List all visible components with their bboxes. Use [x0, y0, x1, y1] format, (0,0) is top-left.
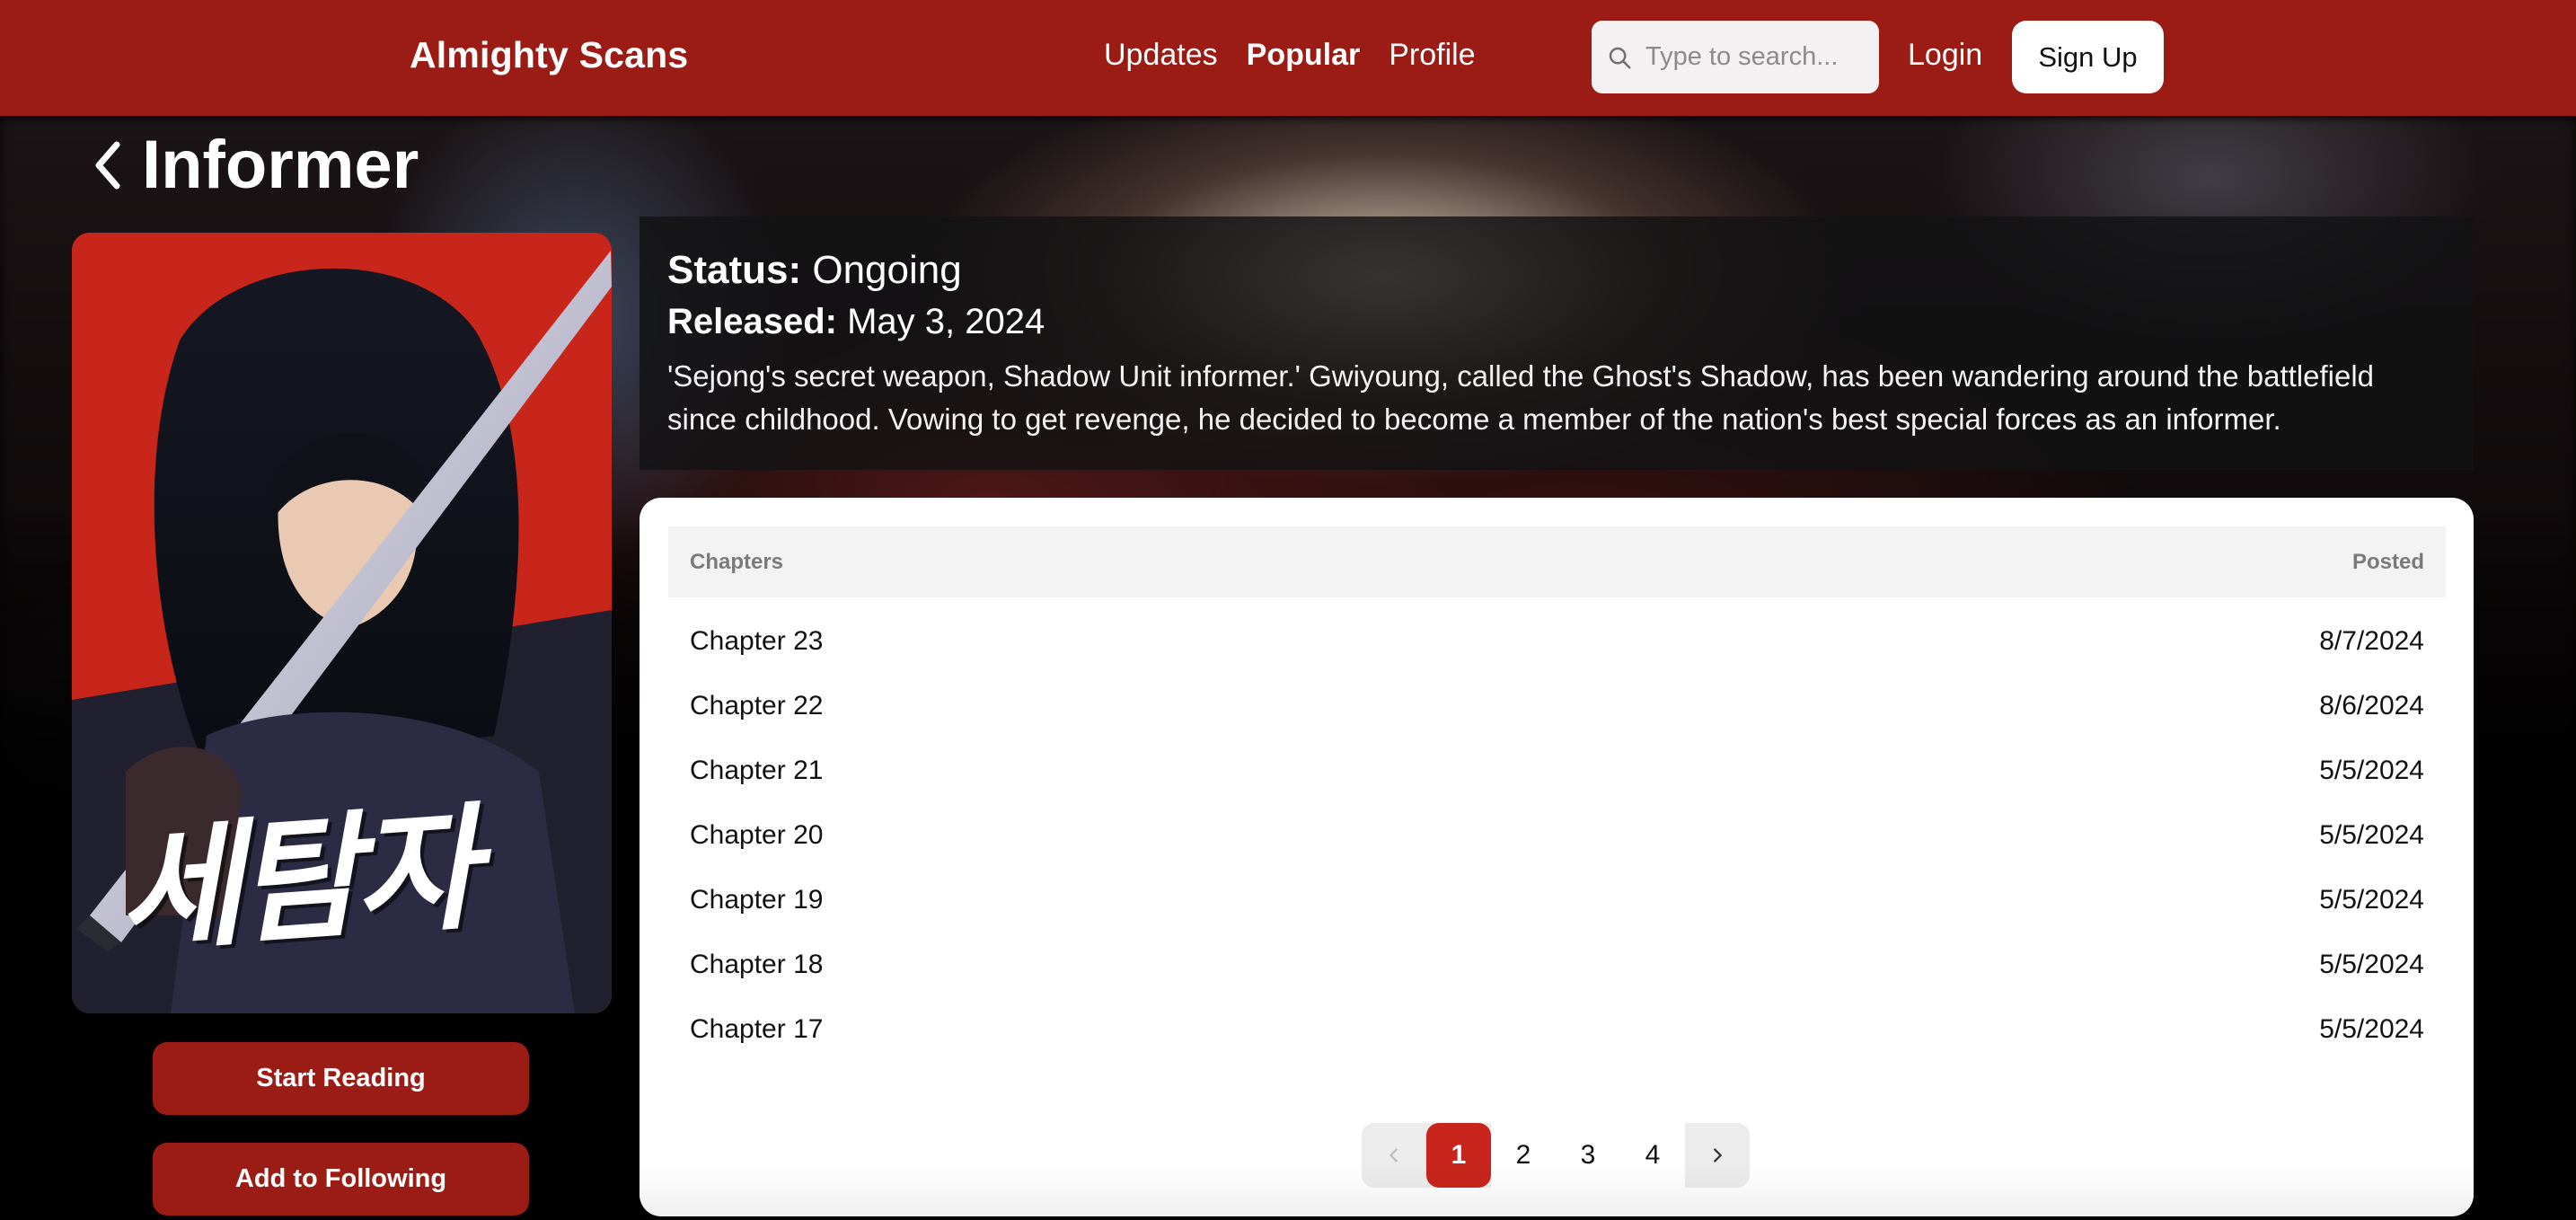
released-value: May 3, 2024	[847, 302, 1045, 341]
chapter-row[interactable]: Chapter 19 5/5/2024	[668, 868, 2446, 933]
nav-updates[interactable]: Updates	[1104, 38, 1218, 73]
chapter-date: 5/5/2024	[2319, 885, 2424, 915]
chapters-card: Chapters Posted Chapter 23 8/7/2024 Chap…	[640, 498, 2474, 1216]
chapter-row[interactable]: Chapter 23 8/7/2024	[668, 609, 2446, 674]
chapter-name[interactable]: Chapter 22	[690, 691, 823, 721]
pagination: 1 2 3 4	[1362, 1123, 1750, 1188]
start-reading-button[interactable]: Start Reading	[153, 1042, 529, 1115]
status-value: Ongoing	[812, 248, 962, 292]
released-label: Released:	[667, 302, 837, 341]
previous-page-button[interactable]	[1362, 1123, 1426, 1188]
login-link[interactable]: Login	[1908, 38, 1982, 73]
chevron-right-icon	[1714, 1148, 1722, 1163]
cover-title-lettering: 세탐자	[112, 789, 479, 972]
chapter-row[interactable]: Chapter 17 5/5/2024	[668, 997, 2446, 1062]
chapter-list: Chapter 23 8/7/2024 Chapter 22 8/6/2024 …	[668, 609, 2446, 1062]
chapter-date: 8/6/2024	[2319, 691, 2424, 721]
chevron-left-icon	[1389, 1148, 1398, 1163]
chapter-row[interactable]: Chapter 22 8/6/2024	[668, 674, 2446, 738]
series-info-panel: Status: Ongoing Released: May 3, 2024 'S…	[640, 217, 2474, 470]
chapter-name[interactable]: Chapter 21	[690, 756, 823, 786]
chapter-name[interactable]: Chapter 19	[690, 885, 823, 915]
column-header-posted: Posted	[2351, 549, 2424, 574]
chapter-name[interactable]: Chapter 20	[690, 820, 823, 851]
page: Almighty Scans Updates Popular Profile L…	[0, 0, 2576, 1220]
chapter-date: 5/5/2024	[2319, 820, 2424, 850]
nav-popular[interactable]: Popular	[1247, 38, 1361, 73]
chapter-date: 8/7/2024	[2319, 626, 2424, 656]
page-title: Informer	[142, 127, 419, 203]
chapter-name[interactable]: Chapter 18	[690, 950, 823, 980]
site-logo[interactable]: Almighty Scans	[410, 34, 688, 76]
chapter-date: 5/5/2024	[2319, 1014, 2424, 1044]
chapter-row[interactable]: Chapter 21 5/5/2024	[668, 738, 2446, 803]
main-nav: Updates Popular Profile	[1104, 38, 1476, 73]
search-icon	[1609, 47, 1631, 68]
chapter-name[interactable]: Chapter 23	[690, 626, 823, 657]
chapter-name[interactable]: Chapter 17	[690, 1014, 823, 1045]
series-title-row: Informer	[90, 126, 419, 204]
back-chevron-icon[interactable]	[90, 134, 126, 197]
chapter-row[interactable]: Chapter 18 5/5/2024	[668, 933, 2446, 997]
page-button-1[interactable]: 1	[1426, 1123, 1491, 1188]
page-button-4[interactable]: 4	[1620, 1123, 1685, 1188]
search-box[interactable]	[1592, 21, 1879, 93]
chapters-table-header: Chapters Posted	[668, 526, 2446, 597]
next-page-button[interactable]	[1685, 1123, 1750, 1188]
cover-image: 세탐자	[72, 233, 612, 1013]
chapter-date: 5/5/2024	[2319, 950, 2424, 979]
released-line: Released: May 3, 2024	[667, 296, 2446, 348]
add-to-following-button[interactable]: Add to Following	[153, 1143, 529, 1216]
chapter-date: 5/5/2024	[2319, 756, 2424, 785]
chapter-row[interactable]: Chapter 20 5/5/2024	[668, 803, 2446, 868]
status-line: Status: Ongoing	[667, 245, 2446, 296]
column-header-chapters: Chapters	[690, 549, 784, 574]
sign-up-button[interactable]: Sign Up	[2012, 21, 2164, 93]
status-label: Status:	[667, 248, 802, 292]
nav-profile[interactable]: Profile	[1389, 38, 1475, 73]
page-button-3[interactable]: 3	[1556, 1123, 1620, 1188]
page-button-2[interactable]: 2	[1491, 1123, 1556, 1188]
top-nav-bar: Almighty Scans Updates Popular Profile L…	[0, 0, 2576, 116]
search-input[interactable]	[1645, 42, 1870, 72]
series-description: 'Sejong's secret weapon, Shadow Unit inf…	[667, 359, 2375, 436]
